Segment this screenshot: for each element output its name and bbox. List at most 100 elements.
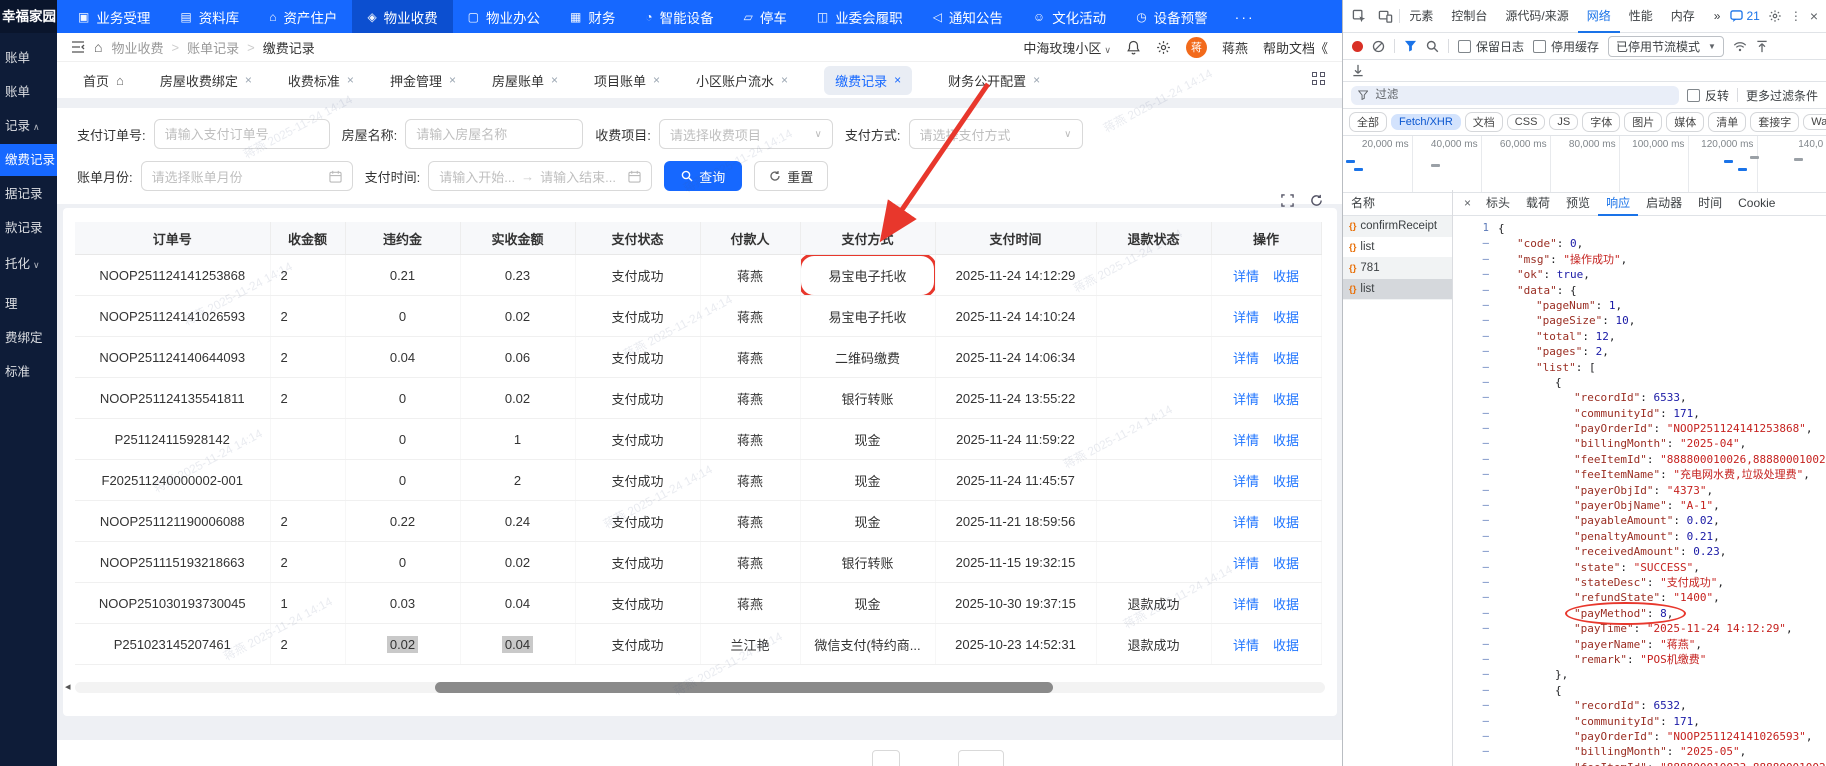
nav-item-7[interactable]: ◔ 智能设备 bbox=[630, 0, 728, 33]
refresh-icon[interactable] bbox=[1310, 194, 1323, 207]
nav-item-12[interactable]: ◷ 设备预警 bbox=[1121, 0, 1222, 33]
detail-tab-响应[interactable]: 响应 bbox=[1598, 190, 1638, 216]
detail-link[interactable]: 详情 bbox=[1233, 597, 1259, 612]
detail-link[interactable]: 详情 bbox=[1233, 556, 1259, 571]
request-row-list[interactable]: {} list bbox=[1343, 279, 1452, 300]
filter-chip-Fetch/XHR[interactable]: Fetch/XHR bbox=[1391, 114, 1461, 130]
sidebar-item-7[interactable]: 托化 ∨ bbox=[0, 248, 57, 280]
network-timeline[interactable]: 20,000 ms 40,000 ms 60,000 ms 80,000 ms 100,… bbox=[1343, 136, 1826, 193]
devtools-tab-网络[interactable]: 网络 bbox=[1578, 0, 1620, 33]
detail-tab-标头[interactable]: 标头 bbox=[1478, 190, 1518, 216]
tab-1[interactable]: 首页 ⌂ bbox=[83, 71, 124, 90]
detail-tab-时间[interactable]: 时间 bbox=[1690, 190, 1730, 216]
receipt-link[interactable]: 收据 bbox=[1273, 433, 1299, 448]
inspect-element-icon[interactable] bbox=[1347, 9, 1372, 24]
sidebar-item-3[interactable]: 记录 ∧ bbox=[0, 110, 57, 142]
pagination-control[interactable] bbox=[872, 750, 900, 766]
import-har-icon[interactable] bbox=[1756, 40, 1768, 53]
filter-chip-Wasm[interactable]: Wasm bbox=[1803, 114, 1826, 130]
reset-button[interactable]: 重置 bbox=[754, 161, 829, 191]
devtools-tab-内存[interactable]: 内存 bbox=[1662, 0, 1704, 33]
sidebar-item-10[interactable]: 标准 bbox=[0, 356, 57, 388]
sidebar-item-2[interactable]: 账单 bbox=[0, 76, 57, 108]
pagination-control[interactable] bbox=[958, 750, 1004, 766]
nav-more[interactable]: ··· bbox=[1223, 9, 1267, 25]
detail-tab-载荷[interactable]: 载荷 bbox=[1518, 190, 1558, 216]
filter-chip-图片[interactable]: 图片 bbox=[1624, 112, 1663, 132]
devtools-settings-icon[interactable] bbox=[1768, 9, 1782, 23]
tab-7[interactable]: 小区账户流水 × bbox=[696, 71, 788, 90]
filter-chip-媒体[interactable]: 媒体 bbox=[1666, 112, 1705, 132]
nav-item-8[interactable]: ▱ 停车 bbox=[729, 0, 802, 33]
filter-chip-文档[interactable]: 文档 bbox=[1464, 112, 1503, 132]
close-detail-icon[interactable]: × bbox=[1457, 196, 1478, 210]
request-row-confirmReceipt[interactable]: {} confirmReceipt bbox=[1343, 216, 1452, 237]
more-tabs-chevron[interactable]: » bbox=[1705, 0, 1730, 33]
console-messages-badge[interactable]: 21 bbox=[1730, 9, 1760, 23]
tab-9[interactable]: 财务公开配置 × bbox=[948, 71, 1040, 90]
tab-grid-icon[interactable] bbox=[1312, 72, 1326, 86]
filter-funnel-icon[interactable] bbox=[1404, 40, 1417, 52]
sidebar-item-6[interactable]: 款记录 bbox=[0, 212, 57, 244]
detail-link[interactable]: 详情 bbox=[1233, 638, 1259, 653]
close-tab-icon[interactable]: × bbox=[551, 73, 558, 87]
nav-item-6[interactable]: ▦ 财务 bbox=[555, 0, 630, 33]
clear-network-icon[interactable] bbox=[1372, 40, 1385, 53]
close-tab-icon[interactable]: × bbox=[1033, 73, 1040, 87]
scrollbar-thumb[interactable] bbox=[435, 682, 1053, 693]
close-tab-icon[interactable]: × bbox=[653, 73, 660, 87]
tab-3[interactable]: 收费标准 × bbox=[288, 71, 354, 90]
house-name-input[interactable] bbox=[405, 119, 584, 149]
devtools-tab-源代码/来源[interactable]: 源代码/来源 bbox=[1496, 0, 1577, 33]
breadcrumb-seg[interactable]: 账单记录 bbox=[187, 38, 239, 57]
fee-item-select[interactable]: 请选择收费项目 ∨ bbox=[658, 119, 833, 149]
tab-2[interactable]: 房屋收费绑定 × bbox=[160, 71, 252, 90]
detail-link[interactable]: 详情 bbox=[1233, 269, 1259, 284]
tab-6[interactable]: 项目账单 × bbox=[594, 71, 660, 90]
export-har-icon[interactable] bbox=[1352, 64, 1364, 77]
request-row-781[interactable]: {} 781 bbox=[1343, 258, 1452, 279]
close-tab-icon[interactable]: × bbox=[245, 73, 252, 87]
bill-month-picker[interactable]: 请选择账单月份 bbox=[140, 161, 353, 191]
disable-cache-checkbox[interactable]: 停用缓存 bbox=[1533, 38, 1599, 55]
bell-icon[interactable] bbox=[1126, 40, 1141, 55]
fullscreen-icon[interactable] bbox=[1281, 194, 1294, 207]
detail-link[interactable]: 详情 bbox=[1233, 310, 1259, 325]
query-button[interactable]: 查询 bbox=[664, 161, 743, 191]
receipt-link[interactable]: 收据 bbox=[1273, 474, 1299, 489]
request-row-list[interactable]: {} list bbox=[1343, 237, 1452, 258]
pay-time-range-picker[interactable]: 请输入开始... → 请输入结束... bbox=[428, 161, 653, 191]
tab-5[interactable]: 房屋账单 × bbox=[492, 71, 558, 90]
close-tab-icon[interactable]: × bbox=[449, 73, 456, 87]
receipt-link[interactable]: 收据 bbox=[1273, 351, 1299, 366]
more-filters-button[interactable]: 更多过滤条件 bbox=[1746, 87, 1818, 104]
detail-tab-启动器[interactable]: 启动器 bbox=[1638, 190, 1690, 216]
community-selector[interactable]: 中海玫瑰小区 ∨ bbox=[1023, 38, 1111, 57]
sidebar-item-9[interactable]: 费绑定 bbox=[0, 322, 57, 354]
close-tab-icon[interactable]: × bbox=[347, 73, 354, 87]
receipt-link[interactable]: 收据 bbox=[1273, 392, 1299, 407]
filter-chip-套接字[interactable]: 套接字 bbox=[1750, 112, 1800, 132]
nav-item-5[interactable]: ▢ 物业办公 bbox=[453, 0, 555, 33]
record-network-icon[interactable] bbox=[1352, 40, 1363, 52]
breadcrumb-seg[interactable]: 物业收费 bbox=[111, 38, 163, 57]
filter-chip-全部[interactable]: 全部 bbox=[1349, 112, 1387, 132]
nav-item-3[interactable]: ⌂ 资产住户 bbox=[254, 0, 352, 33]
detail-tab-预览[interactable]: 预览 bbox=[1558, 190, 1598, 216]
receipt-link[interactable]: 收据 bbox=[1273, 597, 1299, 612]
filter-chip-JS[interactable]: JS bbox=[1549, 114, 1579, 130]
filter-chip-字体[interactable]: 字体 bbox=[1582, 112, 1621, 132]
filter-chip-CSS[interactable]: CSS bbox=[1506, 114, 1546, 130]
nav-item-2[interactable]: ▤ 资料库 bbox=[165, 0, 254, 33]
home-icon[interactable]: ⌂ bbox=[94, 39, 102, 55]
tab-4[interactable]: 押金管理 × bbox=[390, 71, 456, 90]
pay-order-input[interactable] bbox=[153, 119, 330, 149]
nav-item-11[interactable]: ☺ 文化活动 bbox=[1018, 0, 1121, 33]
nav-item-1[interactable]: ▣ 业务受理 bbox=[63, 0, 165, 33]
detail-link[interactable]: 详情 bbox=[1233, 351, 1259, 366]
pay-method-select[interactable]: 请选择支付方式 ∨ bbox=[908, 119, 1083, 149]
devtools-tab-性能[interactable]: 性能 bbox=[1620, 0, 1662, 33]
sidebar-item-8[interactable]: 理 bbox=[0, 288, 57, 320]
device-toolbar-icon[interactable] bbox=[1373, 9, 1398, 24]
receipt-link[interactable]: 收据 bbox=[1273, 515, 1299, 530]
